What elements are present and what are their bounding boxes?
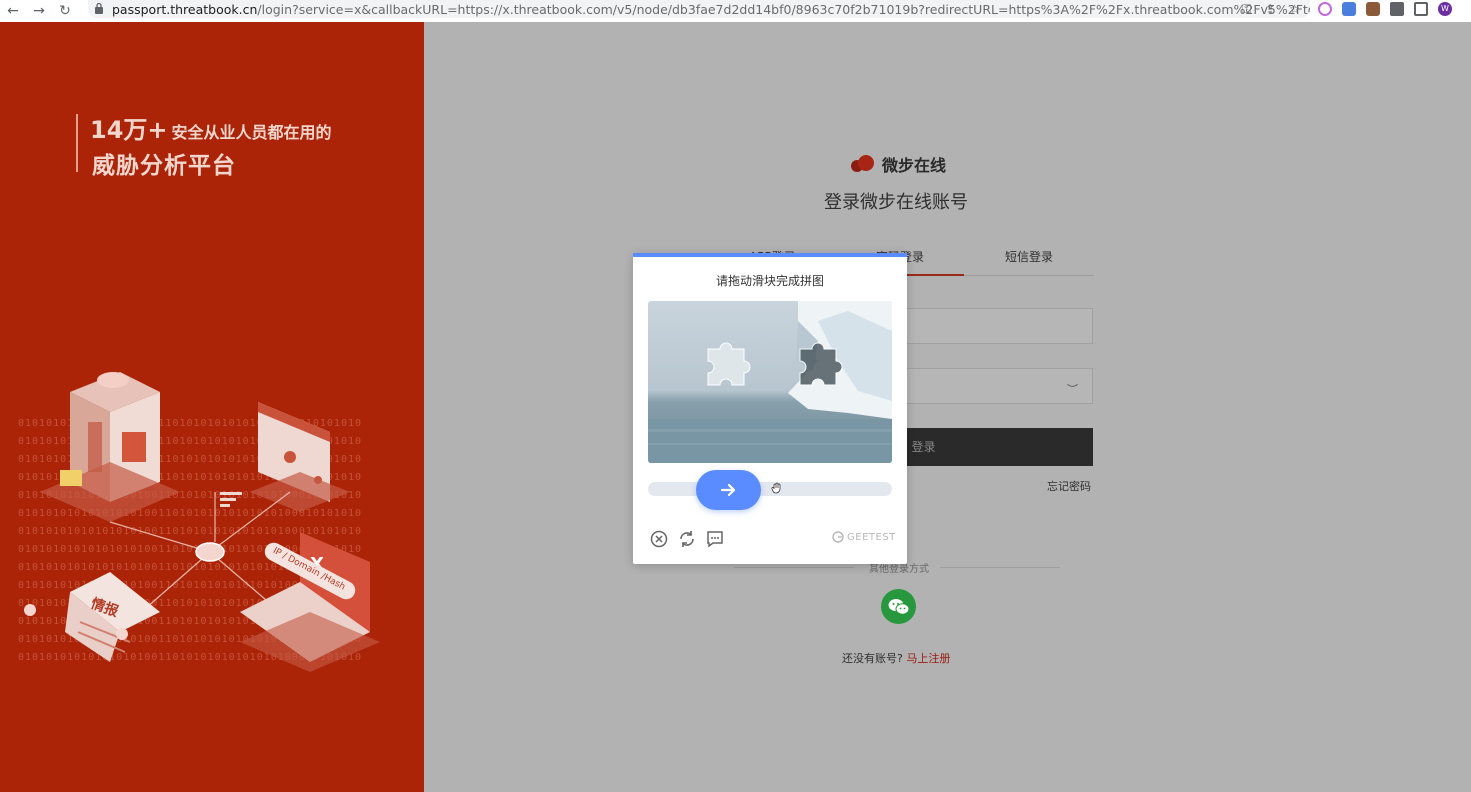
brand-logo: 微步在线: [850, 152, 946, 176]
threat-intel-illustration: 情报 X IP / Domain /Hash: [24, 372, 380, 672]
brand-name: 微步在线: [882, 156, 947, 175]
report-document-icon: 情报: [65, 572, 160, 662]
wechat-login-button[interactable]: [881, 589, 916, 624]
login-panel: 微步在线 登录微步在线账号 APP登录 密码登录 短信登录 ︶ 登录 忘记密码 …: [424, 22, 1471, 792]
puzzle-target-slot: [799, 342, 843, 386]
eye-closed-icon[interactable]: ︶: [1067, 381, 1078, 397]
puzzle-icon[interactable]: [1390, 2, 1404, 16]
refresh-captcha-button[interactable]: [677, 529, 697, 549]
tab-sms-login[interactable]: 短信登录: [1005, 248, 1053, 265]
captcha-dialog: 请拖动滑块完成拼图 GEETEST: [633, 253, 907, 564]
register-prompt: 还没有账号? 马上注册: [842, 650, 950, 666]
message-icon: [707, 531, 723, 548]
register-text: 还没有账号?: [842, 652, 903, 665]
geetest-icon: [832, 531, 844, 543]
close-icon: [650, 530, 668, 548]
divider: [734, 567, 854, 568]
key-icon[interactable]: ⚿: [1242, 2, 1251, 17]
forgot-password-link[interactable]: 忘记密码: [1047, 478, 1091, 494]
captcha-puzzle-image: [648, 301, 892, 463]
star-icon[interactable]: ☆: [1289, 2, 1300, 16]
slogan-number: 14万+: [90, 116, 168, 144]
extension-avatar-icon[interactable]: [1366, 2, 1380, 16]
threatbook-logo-icon: [851, 155, 874, 172]
wechat-icon: [888, 598, 909, 615]
address-bar[interactable]: passport.threatbook.cn/login?service=x&c…: [88, 0, 1310, 18]
divider: [940, 567, 1060, 568]
url-path: /login?service=x&callbackURL=https://x.t…: [257, 1, 1310, 17]
profile-avatar[interactable]: W: [1438, 2, 1452, 16]
hand-cursor-icon: [771, 482, 781, 494]
url-host: passport.threatbook.cn: [112, 1, 258, 17]
share-icon[interactable]: ⇪: [1265, 2, 1275, 16]
slogan-divider: [76, 114, 78, 172]
promo-panel: 14万+ 安全从业人员都在用的 威胁分析平台 010101010101010101…: [0, 22, 424, 792]
feedback-captcha-button[interactable]: [705, 529, 725, 549]
sidepanel-icon[interactable]: [1414, 2, 1428, 16]
geetest-brand: GEETEST: [847, 531, 896, 543]
lock-icon: [95, 2, 103, 14]
slogan-heading: 14万+ 安全从业人员都在用的: [90, 110, 332, 145]
puzzle-piece[interactable]: [707, 342, 751, 386]
slogan-main: 威胁分析平台: [92, 153, 236, 179]
back-icon[interactable]: ←: [0, 0, 26, 22]
login-title: 登录微步在线账号: [824, 192, 968, 213]
geetest-logo: GEETEST: [832, 531, 896, 543]
translate-icon[interactable]: [1342, 2, 1356, 16]
reload-icon[interactable]: ↻: [52, 0, 78, 22]
close-captcha-button[interactable]: [649, 529, 669, 549]
arrow-right-icon: [720, 483, 735, 497]
refresh-icon: [680, 531, 694, 547]
extension-circle-icon[interactable]: [1318, 2, 1332, 16]
captcha-accent-bar: [633, 253, 907, 257]
captcha-slider-knob[interactable]: [696, 470, 761, 510]
register-link[interactable]: 马上注册: [906, 652, 950, 665]
browser-toolbar: ← → ↻ passport.threatbook.cn/login?servi…: [0, 0, 1471, 22]
forward-icon[interactable]: →: [26, 0, 52, 22]
captcha-title: 请拖动滑块完成拼图: [715, 274, 824, 288]
slogan-subtitle: 安全从业人员都在用的: [171, 123, 332, 142]
